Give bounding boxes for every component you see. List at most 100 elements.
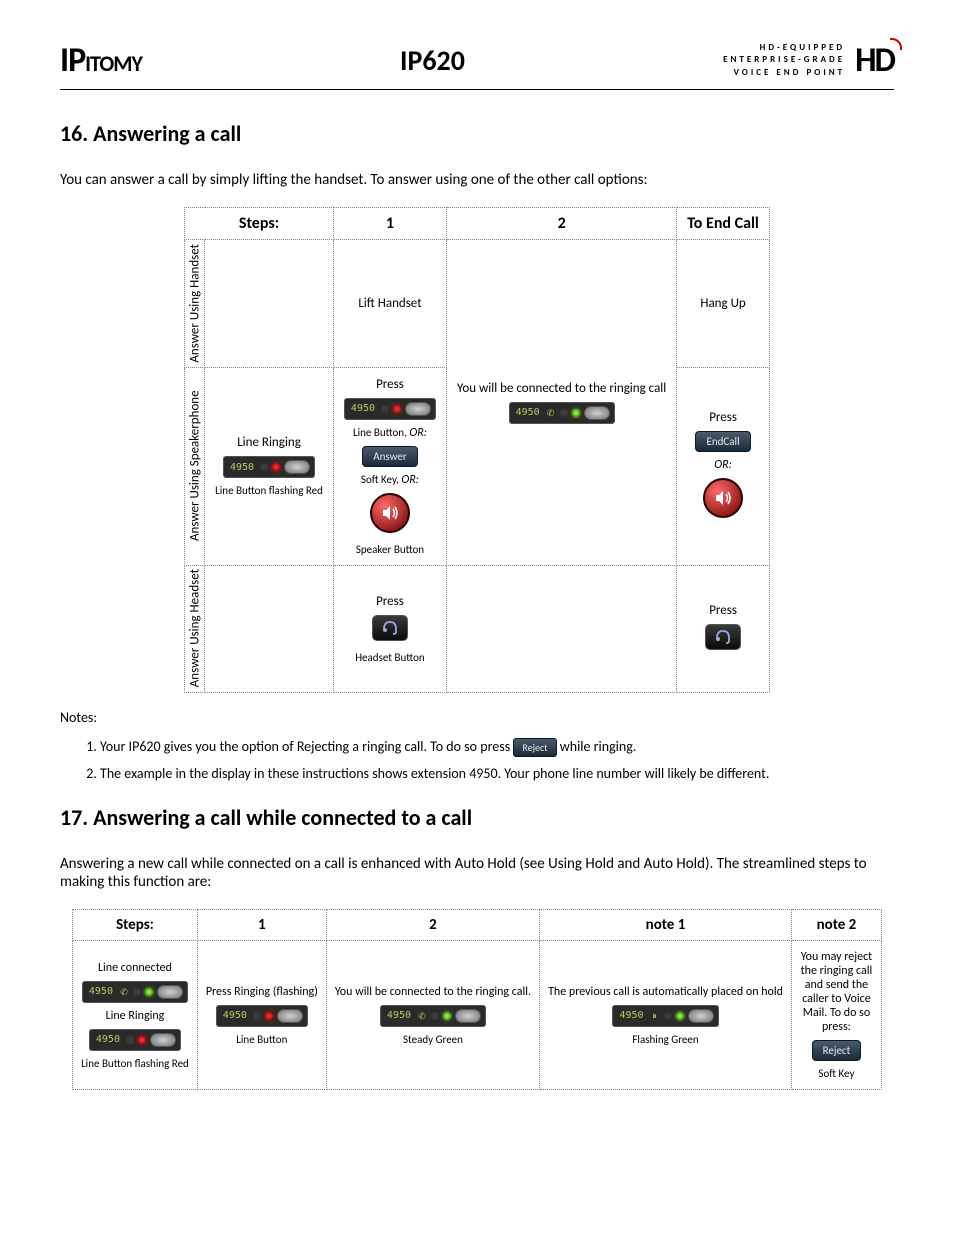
cell-empty [205,565,334,692]
note-1-text-b: while ringing. [560,738,637,755]
cell-note2: You may reject the ringing call and send… [791,941,881,1090]
cell-press-headset: Press Headset Button [333,565,446,692]
endcall-softkey: EndCall [695,431,750,452]
col-note1: note 1 [540,910,792,941]
cell-empty [447,565,677,692]
cell-line-ringing: Line Ringing 4950 Line Button flashing R… [205,367,334,565]
row-headset-label: Answer Using Headset [185,565,205,692]
table-answering-while-connected: Steps: 1 2 note 1 note 2 Line connected … [72,909,882,1090]
logo-ipitomy: IPITOMY [60,40,142,81]
ext-num: 4950 [349,403,377,414]
connected-text: You will be connected to the ringing cal… [457,381,666,396]
line-ringing-label: Line Ringing [81,1009,189,1023]
line-button-green-connected: 4950 ✆ [82,981,188,1003]
notes-label: Notes: [60,709,894,726]
ext-num: 4950 [87,986,115,997]
line-button-red-ringing: 4950 [89,1029,181,1051]
row-speaker-label: Answer Using Speakerphone [185,367,205,565]
ext-num: 4950 [385,1010,413,1021]
col-note2: note 2 [791,910,881,941]
press-label: Press [687,410,759,425]
caption-flashing-red: Line Button flashing Red [81,1057,189,1070]
handset-icon: ✆ [119,987,129,997]
cell-empty [205,240,334,368]
col-steps: Steps: [73,910,198,941]
caption-speaker: Speaker Button [344,543,436,556]
cell-step1: Press Ringing (flashing) 4950 Line Butto… [197,941,326,1090]
col-steps: Steps: [185,208,334,240]
line-connected-label: Line connected [81,961,189,975]
caption-headset: Headset Button [344,651,436,664]
model-number: IP620 [400,43,465,78]
tagline-line: VOICE END POINT [723,67,845,80]
header-right: HD-EQUIPPED ENTERPRISE-GRADE VOICE END P… [723,40,894,81]
answer-softkey: Answer [362,446,417,467]
col-2: 2 [326,910,539,941]
col-end: To End Call [677,208,770,240]
col-1: 1 [197,910,326,941]
press-label: Press [687,603,759,618]
caption-flashing-red: Line Button flashing Red [215,484,323,497]
caption-flashing-green: Flashing Green [548,1033,783,1046]
line-button-red-press: 4950 [344,398,436,420]
page-header: IPITOMY IP620 HD-EQUIPPED ENTERPRISE-GRA… [60,40,894,90]
cell-hangup: Hang Up [677,240,770,368]
col-1: 1 [333,208,446,240]
logo-hd: HD [855,40,894,81]
caption-soft-key: Soft Key [800,1067,873,1080]
reject-text: You may reject the ringing call and send… [800,950,873,1034]
tagline-line: HD-EQUIPPED [723,42,845,55]
line-button-red-press: 4950 [216,1005,308,1027]
note-2: The example in the display in these inst… [100,765,894,784]
ext-num: 4950 [221,1010,249,1021]
cell-lift-handset: Lift Handset [333,240,446,368]
note-1: Your IP620 gives you the option of Rejec… [100,738,894,758]
row-handset-label: Answer Using Handset [185,240,205,368]
ext-num: 4950 [228,462,256,473]
headset-button-icon [705,624,741,650]
line-button-flashing-green: 4950 ⏸ [612,1005,718,1027]
connected-text: You will be connected to the ringing cal… [335,985,531,999]
headset-button-icon [372,615,408,641]
ext-num: 4950 [94,1034,122,1045]
reject-softkey: Reject [812,1040,862,1061]
speaker-button-icon [703,478,743,518]
line-button-green: 4950 ✆ [509,402,615,424]
reject-softkey-inline: Reject [513,738,556,758]
cell-steps-state: Line connected 4950 ✆ Line Ringing 4950 … [73,941,198,1090]
tagline: HD-EQUIPPED ENTERPRISE-GRADE VOICE END P… [723,42,845,80]
section-16-heading: 16. Answering a call [60,120,894,147]
prev-call-text: The previous call is automatically place… [548,985,783,999]
cell-step2: You will be connected to the ringing cal… [326,941,539,1090]
section-16-intro: You can answer a call by simply lifting … [60,171,894,189]
section-17-heading: 17. Answering a call while connected to … [60,804,894,831]
cell-note1: The previous call is automatically place… [540,941,792,1090]
caption-steady-green: Steady Green [335,1033,531,1046]
table-answering-call: Steps: 1 2 To End Call Answer Using Hand… [184,207,770,693]
caption-softkey-or: Soft Key, OR: [344,473,436,487]
line-button-red: 4950 [223,456,315,478]
cell-press-options: Press 4950 Line Button, OR: Answer Soft … [333,367,446,565]
handset-icon: ✆ [417,1011,427,1021]
handset-icon: ✆ [546,408,556,418]
hold-icon: ⏸ [650,1011,660,1021]
ext-num: 4950 [617,1010,645,1021]
cell-connected: You will be connected to the ringing cal… [447,240,677,566]
or-label: OR: [687,458,759,472]
notes-list: Your IP620 gives you the option of Rejec… [100,738,894,784]
speaker-button-icon [370,493,410,533]
tagline-line: ENTERPRISE-GRADE [723,54,845,67]
note-1-text-a: Your IP620 gives you the option of Rejec… [100,738,510,755]
col-2: 2 [447,208,677,240]
section-17-intro: Answering a new call while connected on … [60,855,894,891]
ext-num: 4950 [514,407,542,418]
cell-end-speaker: Press EndCall OR: [677,367,770,565]
cell-end-headset: Press [677,565,770,692]
caption-line-button: Line Button [206,1033,318,1046]
line-ringing-label: Line Ringing [215,435,323,450]
caption-line-or: Line Button, OR: [344,426,436,440]
press-label: Press [344,594,436,609]
press-ringing-label: Press Ringing (flashing) [206,985,318,999]
press-label: Press [344,377,436,392]
line-button-steady-green: 4950 ✆ [380,1005,486,1027]
